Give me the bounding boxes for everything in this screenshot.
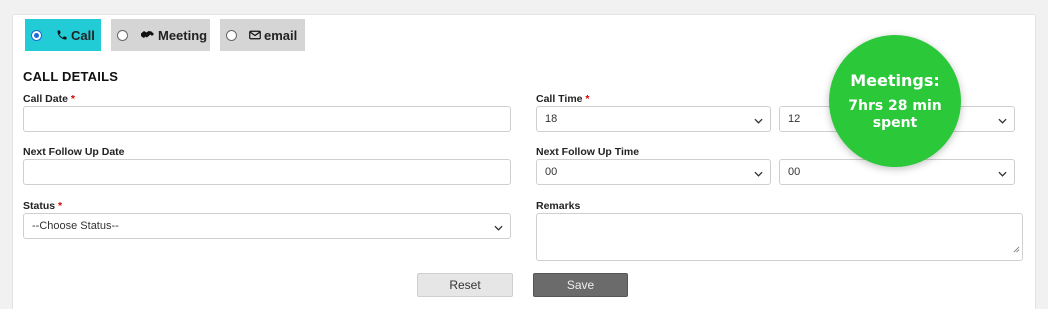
section-title: CALL DETAILS bbox=[23, 69, 119, 84]
status-label: Status * bbox=[23, 200, 62, 212]
chevron-down-icon bbox=[754, 168, 763, 180]
call-time-hour-select[interactable]: 18 bbox=[536, 106, 771, 132]
status-select[interactable]: --Choose Status-- bbox=[23, 213, 511, 239]
next-follow-up-date-input[interactable] bbox=[23, 159, 511, 185]
handshake-icon bbox=[140, 29, 155, 41]
call-date-input[interactable] bbox=[23, 106, 511, 132]
chevron-down-icon bbox=[998, 168, 1007, 180]
envelope-icon bbox=[249, 30, 261, 40]
tab-meeting[interactable]: Meeting bbox=[111, 19, 210, 51]
reset-button[interactable]: Reset bbox=[417, 273, 513, 297]
status-label-text: Status bbox=[23, 200, 56, 212]
tab-call-label: Call bbox=[71, 27, 95, 43]
call-time-minute-value: 12 bbox=[788, 113, 801, 125]
call-date-label-text: Call Date bbox=[23, 93, 68, 105]
remarks-textarea[interactable] bbox=[536, 213, 1023, 261]
next-follow-up-minute-value: 00 bbox=[788, 166, 801, 178]
remarks-label: Remarks bbox=[536, 200, 581, 212]
status-select-value: --Choose Status-- bbox=[32, 220, 119, 232]
required-mark: * bbox=[70, 93, 75, 105]
badge-duration: 7hrs 28 min bbox=[848, 97, 942, 114]
meeting-radio[interactable] bbox=[117, 29, 128, 41]
tab-email[interactable]: email bbox=[220, 19, 305, 51]
chevron-down-icon bbox=[754, 115, 763, 127]
email-radio[interactable] bbox=[226, 29, 237, 41]
next-follow-up-time-label: Next Follow Up Time bbox=[536, 146, 640, 158]
call-date-label: Call Date * bbox=[23, 93, 75, 105]
tab-call[interactable]: Call bbox=[25, 19, 101, 51]
next-follow-up-hour-value: 00 bbox=[545, 166, 558, 178]
required-mark: * bbox=[58, 200, 63, 212]
phone-icon bbox=[56, 29, 68, 41]
badge-spent: spent bbox=[872, 114, 918, 131]
chevron-down-icon bbox=[998, 115, 1007, 127]
resize-grip-icon[interactable] bbox=[1013, 240, 1020, 258]
call-time-hour-value: 18 bbox=[545, 113, 558, 125]
meetings-time-badge: Meetings: 7hrs 28 min spent bbox=[829, 35, 961, 167]
tab-meeting-label: Meeting bbox=[158, 27, 208, 43]
tab-email-label: email bbox=[264, 27, 298, 43]
badge-title: Meetings: bbox=[850, 70, 940, 90]
call-time-label: Call Time * bbox=[536, 93, 590, 105]
next-follow-up-date-label: Next Follow Up Date bbox=[23, 146, 125, 158]
save-button[interactable]: Save bbox=[533, 273, 628, 297]
call-time-label-text: Call Time bbox=[536, 93, 583, 105]
chevron-down-icon bbox=[494, 222, 503, 234]
next-follow-up-hour-select[interactable]: 00 bbox=[536, 159, 771, 185]
call-radio[interactable] bbox=[31, 29, 42, 41]
required-mark: * bbox=[585, 93, 590, 105]
